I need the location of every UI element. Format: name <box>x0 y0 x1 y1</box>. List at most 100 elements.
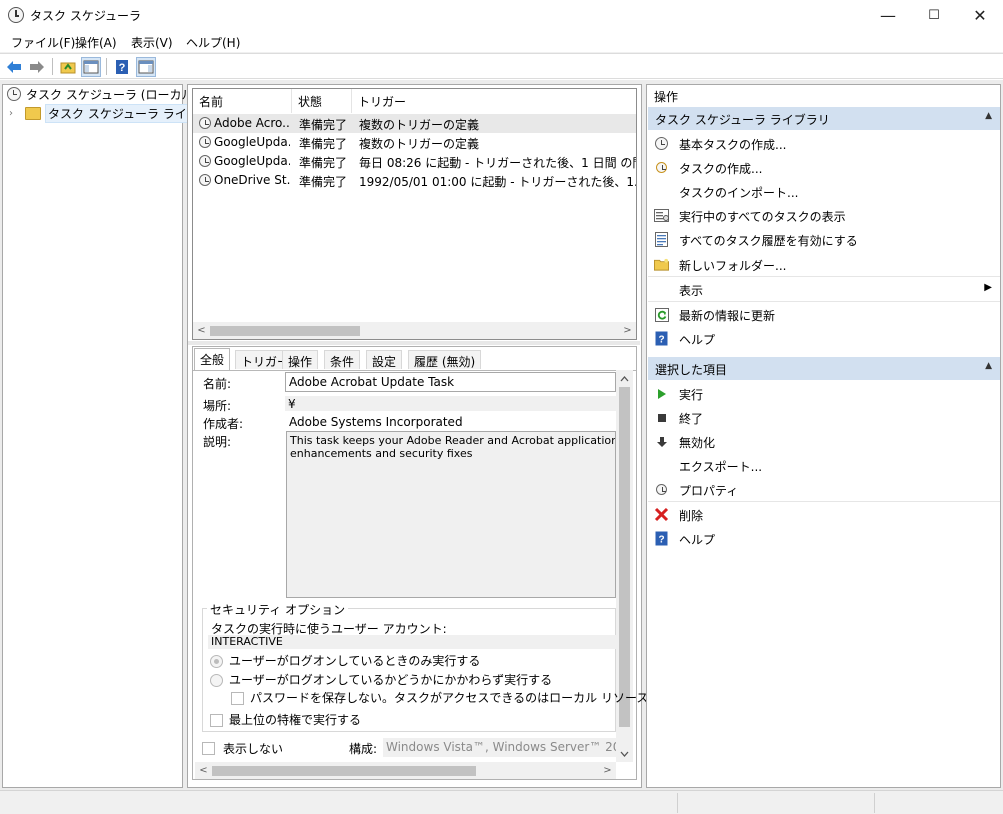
action-new-folder[interactable]: 新しいフォルダー... <box>648 253 1000 277</box>
action-label: タスクの作成... <box>679 162 763 176</box>
scroll-left-icon[interactable]: < <box>195 762 212 779</box>
show-hide-console-tree-icon[interactable] <box>81 57 101 77</box>
scroll-right-icon[interactable]: > <box>599 762 616 779</box>
table-row[interactable]: GoogleUpda... 準備完了 毎日 08:26 に起動 - トリガーされ… <box>193 152 636 171</box>
action-create-basic-task[interactable]: 基本タスクの作成... <box>648 132 1000 156</box>
radio-run-only-logged-on[interactable] <box>210 655 223 668</box>
scroll-thumb[interactable] <box>619 387 630 727</box>
minimize-button[interactable]: — <box>865 0 911 30</box>
action-label: 最新の情報に更新 <box>679 309 776 323</box>
maximize-button[interactable]: ☐ <box>911 0 957 30</box>
section-task-scheduler-library[interactable]: タスク スケジューラ ライブラリ ▲ <box>648 107 1000 130</box>
toolbar-separator <box>52 58 53 75</box>
title-bar[interactable]: タスク スケジューラ — ☐ ✕ <box>0 0 1003 30</box>
menu-file[interactable]: ファイル(F) <box>11 34 75 51</box>
scroll-down-icon[interactable] <box>616 745 633 762</box>
show-hide-action-pane-icon[interactable] <box>136 57 156 77</box>
action-help-selected[interactable]: ? ヘルプ <box>648 527 1000 551</box>
task-trigger: 複数のトリガーの定義 <box>359 137 480 151</box>
action-run[interactable]: 実行 <box>648 382 1000 406</box>
table-row[interactable]: Adobe Acro... 準備完了 複数のトリガーの定義 <box>193 114 636 133</box>
create-task-icon <box>654 160 669 175</box>
section-selected-item[interactable]: 選択した項目 ▲ <box>648 357 1000 380</box>
location-label: 場所: <box>203 399 232 413</box>
tab-conditions[interactable]: 条件 <box>324 350 361 369</box>
tab-general[interactable]: 全般 <box>194 348 231 370</box>
section-title: タスク スケジューラ ライブラリ <box>655 113 830 127</box>
action-label: 終了 <box>679 412 704 426</box>
action-export[interactable]: エクスポート... <box>648 454 1000 478</box>
task-name-field[interactable]: Adobe Acrobat Update Task <box>285 372 616 392</box>
up-folder-icon[interactable] <box>58 57 78 77</box>
svg-text:?: ? <box>119 62 126 74</box>
help-icon[interactable]: ? <box>112 57 132 77</box>
scroll-thumb[interactable] <box>210 326 360 336</box>
action-label: 表示 <box>679 284 704 298</box>
column-header-name[interactable]: 名前 <box>193 89 292 113</box>
action-label: すべてのタスク履歴を有効にする <box>679 234 858 248</box>
chevron-right-icon[interactable]: › <box>9 108 21 119</box>
action-properties[interactable]: プロパティ <box>648 478 1000 502</box>
checkbox-hidden[interactable] <box>202 742 215 755</box>
action-end[interactable]: 終了 <box>648 406 1000 430</box>
svg-text:?: ? <box>658 535 664 546</box>
action-label: 実行中のすべてのタスクの表示 <box>679 210 846 224</box>
action-label: ヘルプ <box>679 333 716 347</box>
disable-down-arrow-icon <box>654 434 669 449</box>
action-refresh[interactable]: 最新の情報に更新 <box>648 303 1000 327</box>
tab-actions[interactable]: 操作 <box>282 350 319 369</box>
tree-item-root[interactable]: タスク スケジューラ (ローカル) <box>7 85 198 103</box>
scroll-up-icon[interactable] <box>616 370 633 387</box>
column-header-trigger[interactable]: トリガー <box>352 89 636 113</box>
pane-splitter[interactable] <box>188 341 640 345</box>
status-bar-divider <box>677 793 678 813</box>
scroll-right-icon[interactable]: > <box>619 322 636 339</box>
action-enable-all-history[interactable]: すべてのタスク履歴を有効にする <box>648 228 1000 252</box>
tab-settings[interactable]: 設定 <box>366 350 403 369</box>
scroll-thumb[interactable] <box>212 766 476 776</box>
collapse-icon[interactable]: ▲ <box>985 111 992 121</box>
menu-action[interactable]: 操作(A) <box>75 34 117 51</box>
details-horizontal-scrollbar[interactable]: < > <box>195 762 616 779</box>
radio-run-whether-logged-on[interactable] <box>210 674 223 687</box>
scroll-left-icon[interactable]: < <box>193 322 210 339</box>
menu-view[interactable]: 表示(V) <box>131 34 173 51</box>
configure-value[interactable]: Windows Vista™, Windows Server™ 2008 <box>383 738 616 757</box>
collapse-icon[interactable]: ▲ <box>985 361 992 371</box>
action-label: タスクのインポート... <box>679 186 799 200</box>
radio-run-only-logged-on-label: ユーザーがログオンしているときのみ実行する <box>229 654 481 668</box>
action-view[interactable]: 表示 ▶ <box>648 278 1000 302</box>
tab-history[interactable]: 履歴 (無効) <box>408 350 482 369</box>
task-list: 名前 状態 トリガー Adobe Acro... 準備完了 複数のトリガーの定義… <box>192 88 637 340</box>
action-label: プロパティ <box>679 484 739 498</box>
column-header-status[interactable]: 状態 <box>292 89 352 113</box>
action-label: 基本タスクの作成... <box>679 138 787 152</box>
table-row[interactable]: OneDrive St... 準備完了 1992/05/01 01:00 に起動… <box>193 171 636 190</box>
back-arrow-icon[interactable] <box>4 57 24 77</box>
action-disable[interactable]: 無効化 <box>648 430 1000 454</box>
radio-run-whether-logged-on-label: ユーザーがログオンしているかどうかにかかわらず実行する <box>229 673 553 687</box>
forward-arrow-icon[interactable] <box>27 57 47 77</box>
action-help[interactable]: ? ヘルプ <box>648 327 1000 351</box>
task-list-horizontal-scrollbar[interactable]: < > <box>193 322 636 339</box>
action-import-task[interactable]: タスクのインポート... <box>648 180 1000 204</box>
refresh-icon <box>654 307 669 322</box>
status-bar-divider <box>874 793 875 813</box>
checkbox-hidden-label: 表示しない <box>223 742 284 756</box>
delete-x-icon <box>654 507 669 522</box>
task-status: 準備完了 <box>299 175 348 189</box>
checkbox-do-not-store-password[interactable] <box>231 692 244 705</box>
task-status: 準備完了 <box>299 137 348 151</box>
action-delete[interactable]: 削除 <box>648 503 1000 527</box>
action-display-running-tasks[interactable]: 実行中のすべてのタスクの表示 <box>648 204 1000 228</box>
close-button[interactable]: ✕ <box>957 0 1003 30</box>
section-title: 選択した項目 <box>655 363 728 377</box>
action-create-task[interactable]: タスクの作成... <box>648 156 1000 180</box>
checkbox-run-highest-privileges[interactable] <box>210 714 223 727</box>
location-value: ¥ <box>285 396 616 411</box>
description-field[interactable]: This task keeps your Adobe Reader and Ac… <box>286 431 616 598</box>
menu-help[interactable]: ヘルプ(H) <box>186 34 240 51</box>
clock-icon <box>7 87 21 101</box>
running-tasks-list-icon <box>654 208 669 223</box>
table-row[interactable]: GoogleUpda... 準備完了 複数のトリガーの定義 <box>193 133 636 152</box>
